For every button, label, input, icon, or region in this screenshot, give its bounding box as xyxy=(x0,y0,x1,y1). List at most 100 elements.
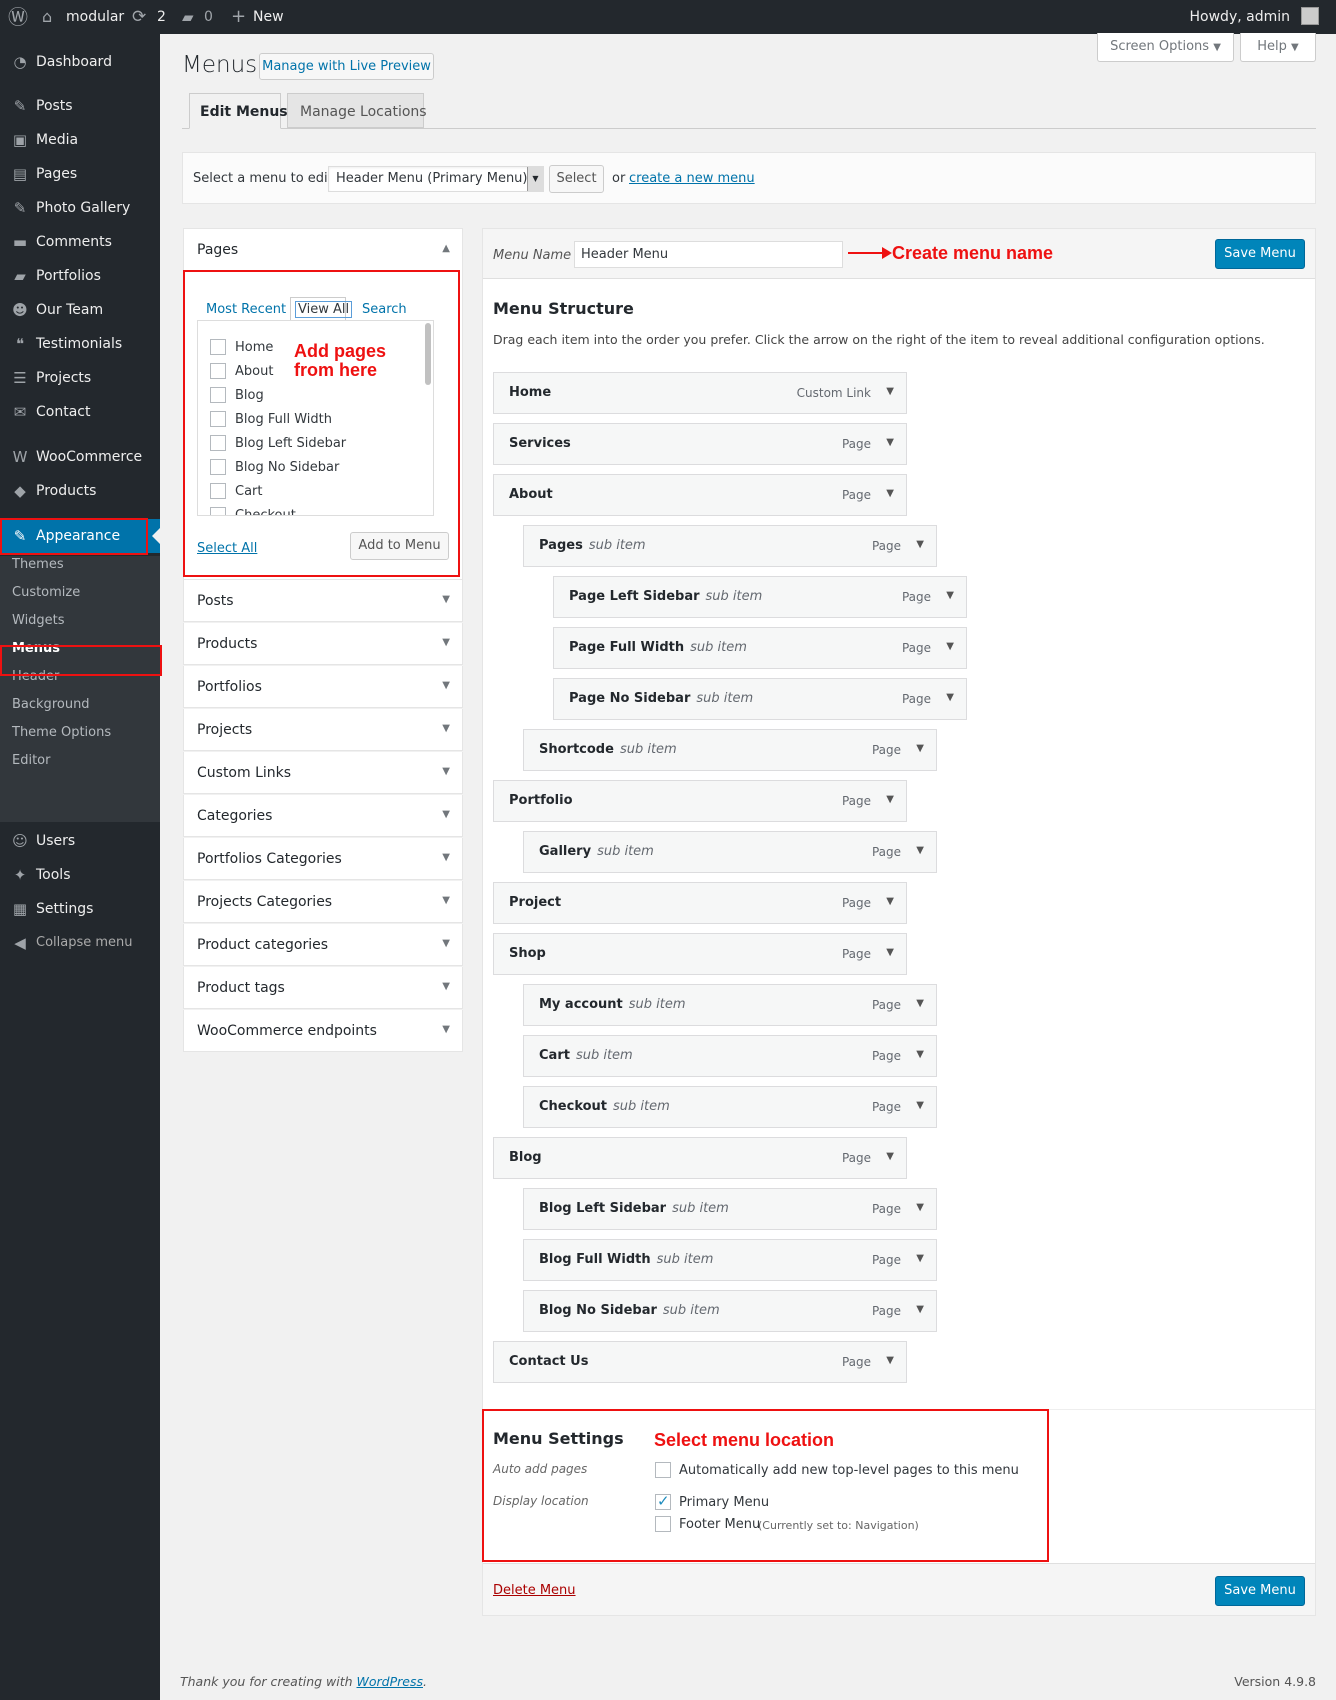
menu-item[interactable]: Blog Full Width sub item Page ▼ xyxy=(523,1239,937,1281)
menu-item[interactable]: Project Page ▼ xyxy=(493,882,907,924)
save-menu-button-bottom[interactable]: Save Menu xyxy=(1215,1576,1305,1606)
live-preview-button[interactable]: Manage with Live Preview xyxy=(259,53,434,80)
menu-item[interactable]: Pages sub item Page ▼ xyxy=(523,525,937,567)
menu-item[interactable]: Contact Us Page ▼ xyxy=(493,1341,907,1383)
expand-arrow-icon[interactable]: ▼ xyxy=(916,998,924,1009)
sidebar-item-projects[interactable]: ☰ Projects xyxy=(0,361,160,395)
new-content-link[interactable]: New xyxy=(253,0,284,34)
expand-arrow-icon[interactable]: ▼ xyxy=(886,386,894,397)
expand-arrow-icon[interactable]: ▼ xyxy=(886,947,894,958)
menu-item[interactable]: Page Left Sidebar sub item Page ▼ xyxy=(553,576,967,618)
accordion-product-tags[interactable]: Product tags ▼ xyxy=(183,967,463,1009)
menu-item[interactable]: Blog No Sidebar sub item Page ▼ xyxy=(523,1290,937,1332)
tab-most-recent[interactable]: Most Recent xyxy=(206,302,286,317)
menu-item[interactable]: Cart sub item Page ▼ xyxy=(523,1035,937,1077)
accordion-portfolios[interactable]: Portfolios ▼ xyxy=(183,666,463,708)
wordpress-logo-icon[interactable]: Ⓦ xyxy=(6,0,30,34)
expand-arrow-icon[interactable]: ▼ xyxy=(916,1253,924,1264)
tab-search[interactable]: Search xyxy=(362,302,407,317)
screen-options-button[interactable]: Screen Options ▼ xyxy=(1097,33,1234,62)
sidebar-item-comments[interactable]: ▬ Comments xyxy=(0,225,160,259)
menu-item[interactable]: Blog Page ▼ xyxy=(493,1137,907,1179)
expand-arrow-icon[interactable]: ▼ xyxy=(946,692,954,703)
primary-menu-checkbox[interactable]: ✓ xyxy=(655,1492,671,1510)
avatar[interactable] xyxy=(1301,7,1319,25)
plus-icon[interactable]: + xyxy=(231,0,246,34)
menu-select-dropdown[interactable]: Header Menu (Primary Menu) ▼ xyxy=(328,166,544,192)
howdy-user-link[interactable]: Howdy, admin xyxy=(1190,0,1290,34)
submenu-header[interactable]: Header xyxy=(12,664,59,690)
sidebar-item-media[interactable]: ▣ Media xyxy=(0,123,160,157)
sidebar-item-woocommerce[interactable]: W WooCommerce xyxy=(0,440,160,474)
comments-icon[interactable]: ▰ xyxy=(182,0,194,34)
sidebar-item-collapse-menu[interactable]: ◀ Collapse menu xyxy=(0,926,160,960)
sidebar-item-pages[interactable]: ▤ Pages xyxy=(0,157,160,191)
sidebar-item-posts[interactable]: ✎ Posts xyxy=(0,89,160,123)
scrollbar-thumb[interactable] xyxy=(425,323,431,385)
page-checkbox[interactable] xyxy=(210,339,226,355)
menu-item[interactable]: Shop Page ▼ xyxy=(493,933,907,975)
menu-item[interactable]: About Page ▼ xyxy=(493,474,907,516)
updates-icon[interactable]: ⟳ xyxy=(132,0,146,34)
expand-arrow-icon[interactable]: ▼ xyxy=(886,488,894,499)
site-name-link[interactable]: modular xyxy=(66,0,124,34)
page-checkbox[interactable] xyxy=(210,459,226,475)
accordion-portfolios-categories[interactable]: Portfolios Categories ▼ xyxy=(183,838,463,880)
expand-arrow-icon[interactable]: ▼ xyxy=(946,641,954,652)
sidebar-item-testimonials[interactable]: ❝ Testimonials xyxy=(0,327,160,361)
accordion-posts[interactable]: Posts ▼ xyxy=(183,580,463,622)
page-checkbox[interactable] xyxy=(210,435,226,451)
select-button[interactable]: Select xyxy=(549,165,604,193)
menu-name-input[interactable]: Header Menu xyxy=(574,241,843,268)
accordion-categories[interactable]: Categories ▼ xyxy=(183,795,463,837)
menu-item[interactable]: Page No Sidebar sub item Page ▼ xyxy=(553,678,967,720)
tab-manage-locations[interactable]: Manage Locations xyxy=(287,93,427,128)
create-new-menu-link[interactable]: create a new menu xyxy=(629,171,755,186)
page-checkbox[interactable] xyxy=(210,483,226,499)
footer-menu-checkbox[interactable] xyxy=(655,1516,671,1532)
expand-arrow-icon[interactable]: ▼ xyxy=(916,1304,924,1315)
sidebar-item-users[interactable]: ☺ Users xyxy=(0,824,160,858)
tab-view-all[interactable]: View All xyxy=(290,297,353,321)
menu-item[interactable]: Checkout sub item Page ▼ xyxy=(523,1086,937,1128)
submenu-menus[interactable]: Menus xyxy=(12,636,60,662)
accordion-projects[interactable]: Projects ▼ xyxy=(183,709,463,751)
accordion-projects-categories[interactable]: Projects Categories ▼ xyxy=(183,881,463,923)
expand-arrow-icon[interactable]: ▼ xyxy=(916,845,924,856)
submenu-theme-options[interactable]: Theme Options xyxy=(12,720,111,746)
page-checkbox[interactable] xyxy=(210,363,226,379)
expand-arrow-icon[interactable]: ▼ xyxy=(886,437,894,448)
pages-metabox-title[interactable]: Pages xyxy=(197,242,238,258)
sidebar-item-photo-gallery[interactable]: ✎ Photo Gallery xyxy=(0,191,160,225)
sidebar-item-tools[interactable]: ✦ Tools xyxy=(0,858,160,892)
expand-arrow-icon[interactable]: ▼ xyxy=(886,1151,894,1162)
submenu-themes[interactable]: Themes xyxy=(12,552,64,578)
sidebar-item-settings[interactable]: ▦ Settings xyxy=(0,892,160,926)
expand-arrow-icon[interactable]: ▼ xyxy=(946,590,954,601)
submenu-customize[interactable]: Customize xyxy=(12,580,80,606)
expand-arrow-icon[interactable]: ▼ xyxy=(886,1355,894,1366)
sidebar-item-portfolios[interactable]: ▰ Portfolios xyxy=(0,259,160,293)
accordion-product-categories[interactable]: Product categories ▼ xyxy=(183,924,463,966)
menu-item[interactable]: Gallery sub item Page ▼ xyxy=(523,831,937,873)
menu-item[interactable]: Page Full Width sub item Page ▼ xyxy=(553,627,967,669)
save-menu-button-top[interactable]: Save Menu xyxy=(1215,239,1305,269)
submenu-widgets[interactable]: Widgets xyxy=(12,608,65,634)
accordion-woocommerce-endpoints[interactable]: WooCommerce endpoints ▼ xyxy=(183,1010,463,1052)
select-all-link[interactable]: Select All xyxy=(197,541,257,556)
sidebar-item-dashboard[interactable]: ◔ Dashboard xyxy=(0,45,160,79)
caret-up-icon[interactable]: ▲ xyxy=(442,243,450,254)
delete-menu-link[interactable]: Delete Menu xyxy=(493,1583,576,1598)
expand-arrow-icon[interactable]: ▼ xyxy=(886,794,894,805)
sidebar-item-our-team[interactable]: ☻ Our Team xyxy=(0,293,160,327)
expand-arrow-icon[interactable]: ▼ xyxy=(916,539,924,550)
add-to-menu-button[interactable]: Add to Menu xyxy=(350,532,449,560)
home-icon[interactable]: ⌂ xyxy=(42,0,52,34)
sidebar-item-appearance[interactable]: ✎ Appearance xyxy=(0,519,160,553)
menu-item[interactable]: Blog Left Sidebar sub item Page ▼ xyxy=(523,1188,937,1230)
tab-edit-menus[interactable]: Edit Menus xyxy=(189,93,288,129)
submenu-background[interactable]: Background xyxy=(12,692,90,718)
menu-item[interactable]: Home Custom Link ▼ xyxy=(493,372,907,414)
sidebar-item-contact[interactable]: ✉ Contact xyxy=(0,395,160,429)
expand-arrow-icon[interactable]: ▼ xyxy=(916,1202,924,1213)
